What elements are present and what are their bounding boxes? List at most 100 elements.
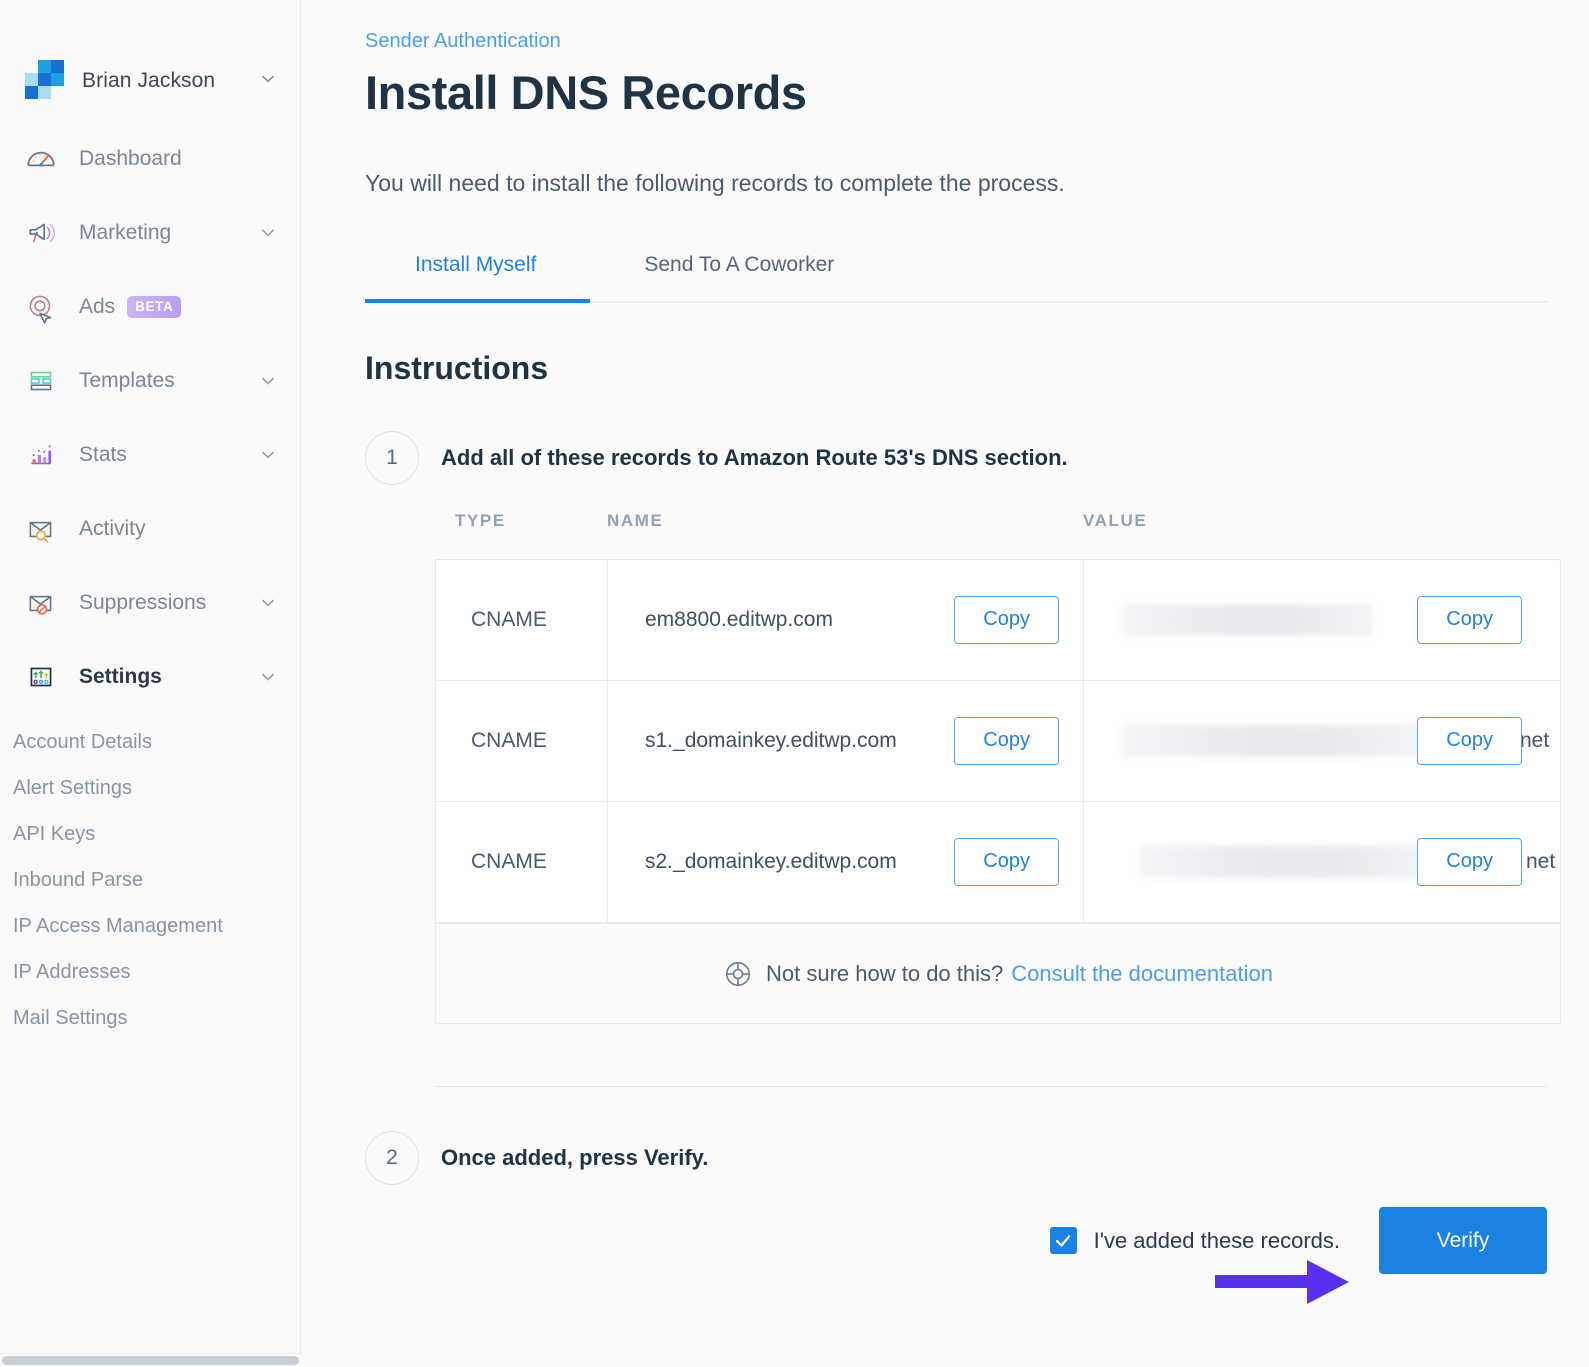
sidebar-item-label: Ads [79, 295, 116, 318]
record-value-tail: net [1520, 729, 1550, 752]
copy-name-button[interactable]: Copy [954, 838, 1059, 886]
cell-name: s2._domainkey.editwp.com Copy [608, 802, 1084, 922]
section-divider [435, 1086, 1547, 1087]
cell-type: CNAME [436, 560, 608, 680]
sidebar-item-settings[interactable]: Settings [0, 640, 300, 714]
status-badge: BETA [127, 296, 182, 318]
sidebar-item-templates[interactable]: Templates [0, 344, 300, 418]
step-1-text: Add all of these records to Amazon Route… [441, 445, 1068, 470]
app-root: Brian Jackson Dashboard Marketing Ads BE… [0, 0, 1589, 1367]
copy-name-button[interactable]: Copy [954, 596, 1059, 644]
cell-value: Copy [1084, 560, 1560, 680]
step-2-number: 2 [365, 1131, 419, 1185]
sidebar-item-account-details[interactable]: Account Details [0, 720, 300, 766]
sidebar-item-ads[interactable]: Ads BETA [0, 270, 300, 344]
megaphone-icon [22, 214, 60, 252]
sidebar-item-label: Templates [79, 369, 175, 392]
record-name-text: s2._domainkey.editwp.com [645, 850, 897, 873]
sidebar-item-label: Settings [79, 665, 162, 688]
cell-type: CNAME [436, 802, 608, 922]
envelope-search-icon [22, 510, 60, 548]
record-name-text: s1._domainkey.editwp.com [645, 729, 897, 752]
sidebar-item-ip-addresses[interactable]: IP Addresses [0, 950, 300, 996]
sidebar-item-label: Stats [79, 443, 127, 466]
sidebar-item-api-keys[interactable]: API Keys [0, 812, 300, 858]
chevron-down-icon[interactable] [258, 69, 278, 94]
sendgrid-logo-icon [22, 60, 64, 102]
redacted-value [1140, 846, 1430, 878]
redacted-value [1122, 604, 1372, 636]
main-content: Sender Authentication Install DNS Record… [301, 0, 1589, 1367]
tab-bar: Install Myself Send To A Coworker [365, 253, 1547, 303]
table-row: CNAME s2._domainkey.editwp.com Copy net … [436, 802, 1560, 923]
record-name-text: em8800.editwp.com [645, 608, 833, 631]
verify-button[interactable]: Verify [1379, 1207, 1547, 1274]
sidebar-item-alert-settings[interactable]: Alert Settings [0, 766, 300, 812]
dns-records-table-header: TYPE NAME VALUE [435, 511, 1561, 559]
added-records-label: I've added these records. [1093, 1227, 1340, 1253]
sidebar-item-label: Marketing [79, 221, 172, 244]
verify-row: I've added these records. Verify [365, 1207, 1547, 1274]
dns-records-table-wrapper: TYPE NAME VALUE CNAME em8800.editwp.com … [435, 511, 1561, 1024]
sliders-icon [22, 658, 60, 696]
account-switcher[interactable]: Brian Jackson [0, 0, 300, 110]
sidebar-nav: Dashboard Marketing Ads BETA Templates S… [0, 110, 300, 1042]
account-name: Brian Jackson [82, 69, 216, 92]
record-value-tail: net [1526, 850, 1556, 873]
copy-value-button[interactable]: Copy [1417, 596, 1522, 644]
sidebar-item-dashboard[interactable]: Dashboard [0, 122, 300, 196]
cell-name: s1._domainkey.editwp.com Copy [608, 681, 1084, 801]
sidebar-item-activity[interactable]: Activity [0, 492, 300, 566]
cell-type: CNAME [436, 681, 608, 801]
cell-value: net Copy [1084, 802, 1560, 922]
redacted-value [1122, 725, 1424, 757]
table-row: CNAME s1._domainkey.editwp.com Copy net … [436, 681, 1560, 802]
chevron-down-icon[interactable] [258, 593, 278, 613]
copy-name-button[interactable]: Copy [954, 717, 1059, 765]
page-subtitle: You will need to install the following r… [365, 170, 1065, 196]
ad-cursor-icon [22, 288, 60, 326]
sidebar-item-ip-access-management[interactable]: IP Access Management [0, 904, 300, 950]
sidebar-horizontal-scrollbar[interactable] [0, 1353, 301, 1367]
help-text: Not sure how to do this? [766, 960, 1004, 986]
column-header-type: TYPE [455, 511, 506, 530]
chevron-down-icon[interactable] [258, 223, 278, 243]
sidebar-item-marketing[interactable]: Marketing [0, 196, 300, 270]
column-header-name: NAME [607, 511, 664, 530]
settings-sub-nav: Account Details Alert Settings API Keys … [0, 714, 300, 1042]
breadcrumb[interactable]: Sender Authentication [365, 30, 1561, 53]
cell-name: em8800.editwp.com Copy [608, 560, 1084, 680]
step-1-number: 1 [365, 431, 419, 485]
chevron-down-icon[interactable] [258, 371, 278, 391]
cell-value: net Copy [1084, 681, 1560, 801]
sidebar-item-stats[interactable]: Stats [0, 418, 300, 492]
chevron-down-icon[interactable] [258, 667, 278, 687]
sidebar: Brian Jackson Dashboard Marketing Ads BE… [0, 0, 301, 1367]
dns-records-table: CNAME em8800.editwp.com Copy Copy CNAME … [435, 559, 1561, 1024]
step-2-text: Once added, press Verify. [441, 1145, 709, 1170]
sidebar-item-suppressions[interactable]: Suppressions [0, 566, 300, 640]
envelope-block-icon [22, 584, 60, 622]
page-title: Install DNS Records [365, 66, 807, 119]
step-1: 1 Add all of these records to Amazon Rou… [365, 431, 1561, 485]
tab-send-to-a-coworker[interactable]: Send To A Coworker [590, 253, 888, 301]
speedometer-icon [22, 140, 60, 178]
sidebar-item-label: Suppressions [79, 591, 207, 614]
copy-value-button[interactable]: Copy [1417, 838, 1522, 886]
table-footer-help: Not sure how to do this? Consult the doc… [436, 923, 1560, 1023]
sidebar-item-inbound-parse[interactable]: Inbound Parse [0, 858, 300, 904]
documentation-link[interactable]: Consult the documentation [1011, 961, 1273, 987]
bar-chart-icon [22, 436, 60, 474]
chevron-down-icon[interactable] [258, 445, 278, 465]
sidebar-item-label: Activity [79, 517, 146, 540]
step-2: 2 Once added, press Verify. [365, 1131, 1561, 1185]
table-row: CNAME em8800.editwp.com Copy Copy [436, 560, 1560, 681]
added-records-checkbox[interactable] [1049, 1227, 1077, 1254]
lifebuoy-icon [723, 959, 753, 989]
sidebar-item-mail-settings[interactable]: Mail Settings [0, 996, 300, 1042]
instructions-heading: Instructions [365, 350, 549, 386]
tab-install-myself[interactable]: Install Myself [365, 253, 591, 303]
copy-value-button[interactable]: Copy [1417, 717, 1522, 765]
column-header-value: VALUE [1083, 511, 1148, 530]
layout-template-icon [22, 362, 60, 400]
